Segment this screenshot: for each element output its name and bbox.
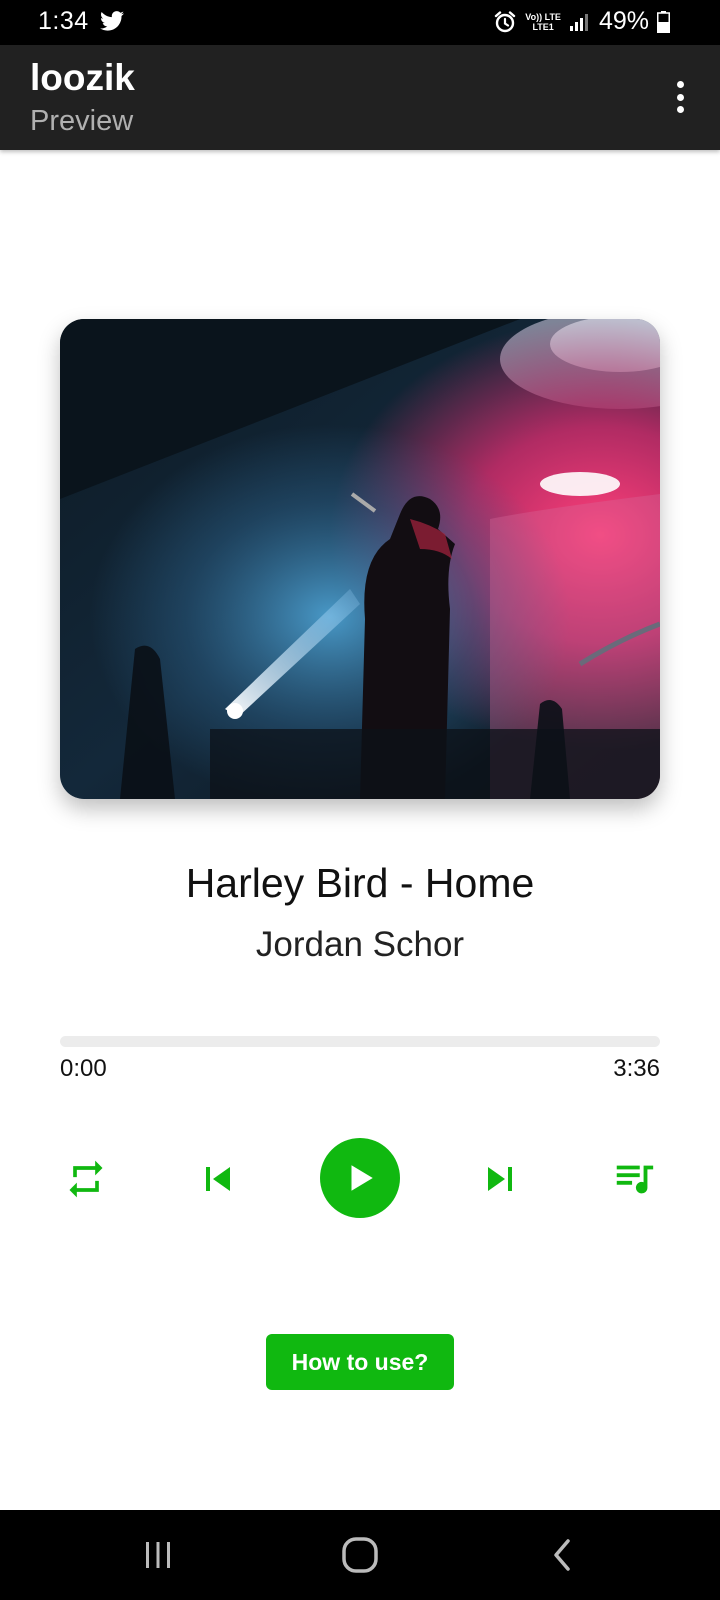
play-icon: [351, 1165, 373, 1191]
play-button[interactable]: [320, 1138, 400, 1218]
next-button[interactable]: [476, 1155, 524, 1203]
track-artist: Jordan Schor: [255, 925, 465, 964]
system-nav-bar: [0, 1510, 720, 1600]
home-icon: [342, 1537, 378, 1573]
recents-button[interactable]: [128, 1530, 188, 1580]
twitter-icon: [100, 11, 124, 31]
back-button[interactable]: [532, 1530, 592, 1580]
queue-music-icon: [616, 1165, 654, 1194]
time-elapsed: 0:00: [60, 1055, 107, 1082]
time-total: 3:36: [613, 1055, 660, 1082]
skip-previous-icon: [206, 1167, 230, 1191]
track-title: Harley Bird - Home: [185, 860, 535, 906]
status-icons: Vo)) LTE LTE1 49%: [493, 7, 670, 36]
app-bar: loozik Preview: [0, 45, 720, 150]
app-title: loozik: [30, 57, 135, 98]
network-type-indicator: Vo)) LTE LTE1: [525, 11, 561, 32]
more-vert-icon[interactable]: [670, 77, 690, 117]
app-subtitle: Preview: [30, 105, 134, 137]
recents-icon: [146, 1542, 170, 1568]
battery-percent: 49%: [598, 7, 649, 35]
status-bar: 1:34 Vo)) LTE LTE1 49%: [0, 0, 720, 45]
previous-button[interactable]: [194, 1155, 242, 1203]
concert-performer-image: [60, 319, 660, 799]
alarm-icon: [495, 10, 516, 32]
skip-next-icon: [488, 1167, 512, 1191]
home-button[interactable]: [330, 1530, 390, 1580]
album-art: [60, 319, 660, 799]
battery-icon: [657, 10, 670, 33]
queue-button[interactable]: [610, 1155, 658, 1203]
progress-bar[interactable]: [60, 1036, 660, 1047]
repeat-button[interactable]: [62, 1155, 110, 1203]
status-time: 1:34: [38, 7, 89, 35]
back-icon: [554, 1539, 570, 1571]
repeat-icon: [69, 1160, 103, 1198]
how-to-use-button[interactable]: How to use?: [266, 1334, 454, 1390]
signal-icon: [569, 13, 588, 31]
